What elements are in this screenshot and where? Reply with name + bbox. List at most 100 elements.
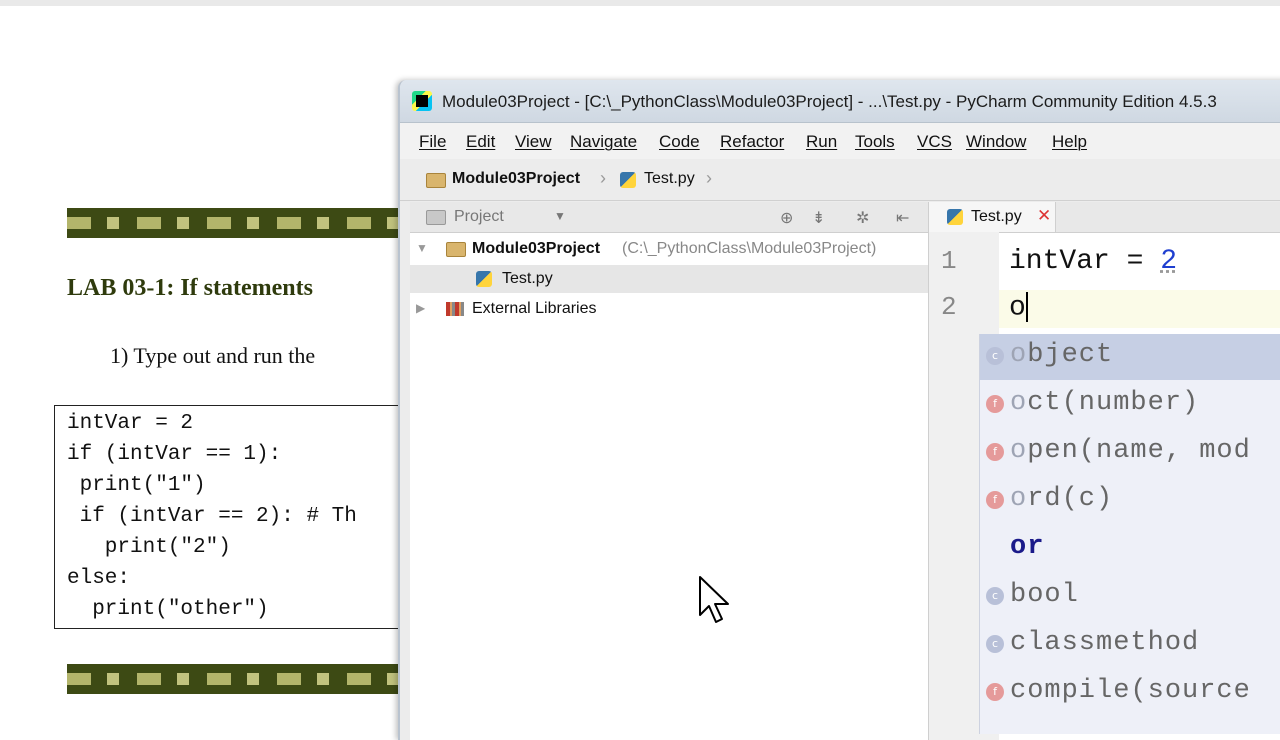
code-completion-popup: c object f oct(number) f open(name, mod … bbox=[979, 334, 1280, 734]
breadcrumb-separator-icon: › bbox=[706, 168, 712, 188]
function-icon: f bbox=[986, 683, 1004, 701]
code-text: o bbox=[1009, 292, 1026, 324]
project-view-icon bbox=[426, 210, 446, 225]
code-number-literal: 2 bbox=[1160, 246, 1178, 277]
tab-test-py[interactable]: Test.py ✕ bbox=[929, 202, 1056, 232]
tree-external-label: External Libraries bbox=[472, 300, 597, 317]
completion-text: object bbox=[1010, 340, 1113, 370]
completion-text: bool bbox=[1010, 580, 1079, 610]
completion-rest: ct(number) bbox=[1027, 388, 1200, 418]
class-icon: c bbox=[986, 347, 1004, 365]
completion-item[interactable]: c object bbox=[980, 334, 1280, 380]
dropdown-arrow-icon[interactable]: ▼ bbox=[554, 209, 566, 223]
library-icon bbox=[446, 302, 464, 316]
code-text: intVar = bbox=[1009, 246, 1161, 277]
collapse-all-icon[interactable]: ⇟ bbox=[812, 208, 825, 228]
tree-item-test-file[interactable]: Test.py bbox=[410, 265, 928, 293]
menu-window[interactable]: Window bbox=[966, 132, 1026, 152]
mouse-pointer-icon bbox=[699, 576, 729, 623]
document-code-line: print("1") bbox=[67, 474, 206, 497]
completion-text: compile(source bbox=[1010, 676, 1251, 706]
editor-tab-bar: Test.py ✕ bbox=[929, 202, 1280, 233]
pycharm-app-icon bbox=[412, 91, 432, 111]
breadcrumb-project[interactable]: Module03Project bbox=[452, 170, 580, 188]
close-icon[interactable]: ✕ bbox=[1037, 206, 1051, 226]
code-line-1[interactable]: intVar = 2 bbox=[1009, 246, 1177, 277]
menu-navigate[interactable]: Navigate bbox=[570, 132, 637, 152]
tab-label: Test.py bbox=[971, 208, 1022, 225]
completion-rest: bject bbox=[1027, 340, 1114, 370]
breadcrumb-separator-icon: › bbox=[600, 168, 606, 188]
hide-panel-icon[interactable]: ⇤ bbox=[896, 208, 909, 228]
document-banner-top bbox=[67, 208, 407, 238]
document-code-line: if (intVar == 1): bbox=[67, 443, 282, 466]
project-tool-window: Project ▼ ⊕ ⇟ ✲ ⇤ ▼ Module03Project (C:\… bbox=[410, 202, 929, 740]
navigation-bar: Module03Project › Test.py › bbox=[400, 160, 1280, 201]
tree-item-external-libraries[interactable]: ▶ External Libraries bbox=[410, 295, 928, 323]
class-icon: c bbox=[986, 587, 1004, 605]
window-title: Module03Project - [C:\_PythonClass\Modul… bbox=[442, 92, 1217, 111]
function-icon: f bbox=[986, 395, 1004, 413]
completion-match: o bbox=[1010, 388, 1028, 418]
completion-rest: pen(name, mod bbox=[1027, 436, 1251, 466]
tree-root-name: Module03Project bbox=[472, 240, 601, 257]
document-step-text: 1) Type out and run the bbox=[110, 343, 316, 368]
scroll-from-source-icon[interactable]: ⊕ bbox=[780, 208, 793, 228]
code-line-2[interactable]: o bbox=[1009, 292, 1028, 323]
tree-root-path: (C:\_PythonClass\Module03Project) bbox=[622, 240, 877, 257]
expanded-arrow-icon[interactable]: ▼ bbox=[416, 241, 428, 255]
menu-tools[interactable]: Tools bbox=[855, 132, 895, 152]
completion-item[interactable]: f ord(c) bbox=[980, 478, 1280, 524]
completion-text: ord(c) bbox=[1010, 484, 1113, 514]
menu-edit[interactable]: Edit bbox=[466, 132, 495, 152]
document-code-line: if (intVar == 2): # Th bbox=[67, 505, 357, 528]
tree-item-project-root[interactable]: ▼ Module03Project (C:\_PythonClass\Modul… bbox=[410, 235, 928, 263]
menu-refactor[interactable]: Refactor bbox=[720, 132, 784, 152]
class-icon: c bbox=[986, 635, 1004, 653]
collapsed-arrow-icon[interactable]: ▶ bbox=[416, 301, 425, 315]
completion-match: o bbox=[1010, 484, 1028, 514]
menu-bar: File Edit View Navigate Code Refactor Ru… bbox=[400, 123, 1280, 159]
title-bar[interactable]: Module03Project - [C:\_PythonClass\Modul… bbox=[400, 80, 1280, 123]
breadcrumb-file[interactable]: Test.py bbox=[644, 170, 695, 188]
line-number: 1 bbox=[941, 246, 957, 276]
completion-item[interactable]: or bbox=[980, 526, 1280, 572]
menu-file[interactable]: File bbox=[419, 132, 446, 152]
top-strip bbox=[0, 0, 1280, 6]
completion-item[interactable]: f oct(number) bbox=[980, 382, 1280, 428]
completion-rest: rd(c) bbox=[1027, 484, 1114, 514]
document-code-line: print("other") bbox=[67, 598, 269, 621]
completion-item[interactable]: f compile(source bbox=[980, 670, 1280, 716]
folder-icon bbox=[426, 173, 446, 188]
menu-help[interactable]: Help bbox=[1052, 132, 1087, 152]
current-line-highlight bbox=[999, 290, 1280, 328]
python-file-icon bbox=[476, 271, 492, 287]
menu-code[interactable]: Code bbox=[659, 132, 700, 152]
completion-item[interactable]: f open(name, mod bbox=[980, 430, 1280, 476]
menu-view[interactable]: View bbox=[515, 132, 552, 152]
document-code-line: intVar = 2 bbox=[67, 412, 194, 435]
completion-item[interactable]: c classmethod bbox=[980, 622, 1280, 668]
menu-run[interactable]: Run bbox=[806, 132, 837, 152]
python-file-icon bbox=[620, 172, 636, 188]
completion-match: o bbox=[1010, 436, 1028, 466]
completion-item[interactable]: c bool bbox=[980, 574, 1280, 620]
document-heading: LAB 03-1: If statements bbox=[67, 275, 313, 301]
function-icon: f bbox=[986, 491, 1004, 509]
function-icon: f bbox=[986, 443, 1004, 461]
tree-file-name: Test.py bbox=[502, 270, 553, 287]
line-number: 2 bbox=[941, 292, 957, 322]
completion-text: open(name, mod bbox=[1010, 436, 1251, 466]
document-code-box: intVar = 2 if (intVar == 1): print("1") … bbox=[54, 405, 416, 629]
project-view-selector[interactable]: Project bbox=[454, 208, 504, 226]
completion-text: oct(number) bbox=[1010, 388, 1199, 418]
menu-vcs[interactable]: VCS bbox=[917, 132, 952, 152]
completion-match: o bbox=[1010, 340, 1028, 370]
text-caret bbox=[1025, 292, 1028, 322]
gear-icon[interactable]: ✲ bbox=[856, 208, 869, 228]
document-banner-bottom bbox=[67, 664, 407, 694]
python-file-icon bbox=[947, 209, 963, 225]
completion-text: classmethod bbox=[1010, 628, 1200, 658]
folder-icon bbox=[446, 242, 466, 257]
completion-keyword: or bbox=[1010, 532, 1045, 562]
